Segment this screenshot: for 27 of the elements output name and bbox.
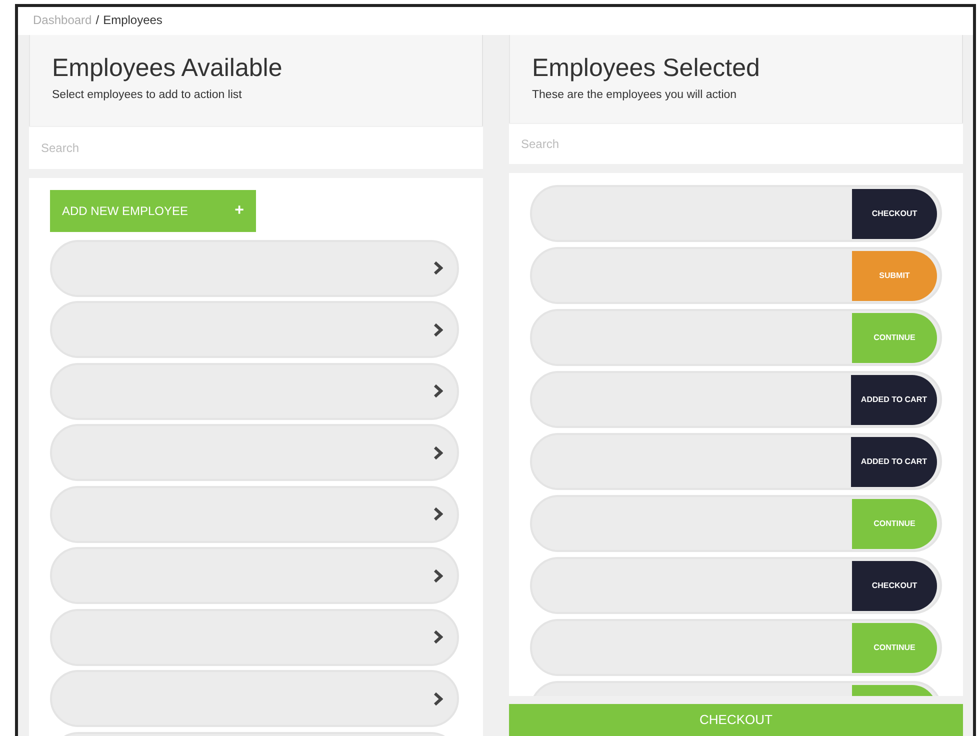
breadcrumb-link[interactable]: Employees: [103, 13, 162, 27]
panel-subtitle: These are the employees you will action: [532, 88, 738, 102]
action-button[interactable]: CONTINUE: [852, 498, 937, 548]
employee-row[interactable]: CONTINUE: [530, 495, 942, 552]
employee-row[interactable]: CHECKOUT: [530, 557, 942, 614]
action-button[interactable]: CONTINUE: [852, 312, 937, 362]
panel-title: Employees Selected: [532, 55, 761, 82]
employee-row[interactable]: CONTINUE: [530, 619, 942, 676]
action-button[interactable]: CHECKOUT: [852, 560, 937, 610]
checkout-button[interactable]: CHECKOUT: [509, 704, 963, 736]
action-button[interactable]: ADDED TO CART: [850, 436, 937, 486]
action-button[interactable]: SUBMIT: [852, 250, 937, 300]
action-button[interactable]: CHECKOUT: [852, 188, 937, 238]
action-button[interactable]: CONTINUE: [852, 622, 937, 672]
breadcrumb-separator: /: [96, 13, 100, 27]
panel-subtitle: Select employees to add to action list: [52, 88, 243, 102]
employee-row[interactable]: SUBMIT: [530, 247, 942, 304]
employee-row[interactable]: ADDED TO CART: [530, 371, 942, 428]
employee-row[interactable]: CHECKOUT: [530, 185, 942, 242]
employee-row[interactable]: CONTINUE: [530, 309, 942, 366]
add-employee-button[interactable]: ADD NEW EMPLOYEE +: [50, 190, 256, 232]
employee-row[interactable]: ADDED TO CART: [530, 433, 942, 490]
search-field[interactable]: Search: [509, 124, 963, 164]
search-field[interactable]: Search: [29, 127, 483, 169]
panel-title: Employees Available: [52, 55, 284, 82]
breadcrumb-link[interactable]: Dashboard: [33, 13, 92, 27]
action-button[interactable]: ADDED TO CART: [850, 374, 937, 424]
